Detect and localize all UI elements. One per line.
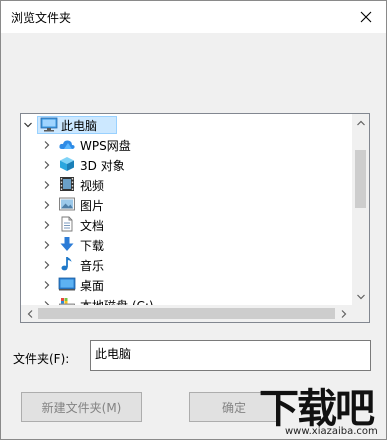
tree-item-label: 桌面: [80, 279, 105, 293]
scroll-left-arrow-icon[interactable]: [21, 305, 38, 322]
expand-chevron-icon[interactable]: [42, 140, 52, 150]
download-icon: [58, 236, 76, 252]
tree-item-wps-drive[interactable]: WPS网盘: [21, 135, 352, 155]
horizontal-scroll-thumb[interactable]: [38, 308, 335, 319]
dialog-title: 浏览文件夹: [11, 11, 72, 25]
tree-item-desktop[interactable]: 桌面: [21, 275, 352, 295]
expand-chevron-icon[interactable]: [42, 160, 52, 170]
title-bar: 浏览文件夹: [1, 1, 386, 33]
close-icon: [360, 11, 372, 23]
tree-item-music[interactable]: 音乐: [21, 255, 352, 275]
tree-item-label: 音乐: [80, 259, 105, 273]
tree-item-label: WPS网盘: [80, 139, 131, 153]
folder-tree[interactable]: 此电脑 WPS网盘 3D 对象 视频 图片 文档 下载 音乐 桌面: [20, 113, 370, 323]
vertical-scroll-thumb[interactable]: [355, 150, 366, 208]
expand-chevron-icon[interactable]: [42, 200, 52, 210]
tree-item-this-pc[interactable]: 此电脑: [21, 115, 352, 135]
tree-item-label: 图片: [80, 199, 105, 213]
expand-chevron-icon[interactable]: [42, 260, 52, 270]
scroll-down-arrow-icon[interactable]: [352, 288, 369, 305]
tree-item-local-disk-c[interactable]: 本地磁盘 (C:): [21, 295, 352, 305]
tree-item-label: 3D 对象: [80, 159, 125, 173]
3d-objects-icon: [58, 156, 76, 172]
expand-chevron-icon[interactable]: [42, 240, 52, 250]
close-button[interactable]: [346, 1, 386, 33]
browse-folder-dialog: 浏览文件夹 此电脑 WPS网盘 3D 对象 视频 图片 文档 下载 音乐 桌面 …: [0, 0, 387, 440]
pictures-icon: [58, 196, 76, 212]
folder-tree-viewport: 此电脑 WPS网盘 3D 对象 视频 图片 文档 下载 音乐 桌面: [21, 114, 352, 305]
tree-item-label: 文档: [80, 219, 105, 233]
expand-chevron-icon[interactable]: [42, 220, 52, 230]
tree-item-label: 本地磁盘 (C:): [80, 297, 154, 305]
watermark-logo: 下载吧 www.xiazaiba.com: [255, 376, 387, 440]
video-icon: [58, 176, 76, 192]
drive-icon: [58, 296, 76, 305]
tree-item-documents[interactable]: 文档: [21, 215, 352, 235]
computer-icon: [40, 117, 58, 133]
tree-item-label: 此电脑: [61, 119, 98, 133]
cloud-icon: [58, 137, 76, 153]
new-folder-button[interactable]: 新建文件夹(M): [21, 392, 142, 422]
music-icon: [58, 256, 76, 272]
tree-item-pictures[interactable]: 图片: [21, 195, 352, 215]
tree-item-label: 下载: [80, 239, 105, 253]
watermark-url: www.xiazaiba.com: [285, 426, 378, 437]
tree-item-label: 视频: [80, 179, 105, 193]
vertical-scrollbar[interactable]: [352, 114, 369, 305]
documents-icon: [58, 216, 76, 232]
folder-field-label: 文件夹(F):: [13, 352, 70, 366]
expand-chevron-icon[interactable]: [42, 180, 52, 190]
collapse-chevron-icon[interactable]: [23, 120, 33, 130]
scroll-up-arrow-icon[interactable]: [352, 114, 369, 131]
scrollbar-corner: [352, 305, 369, 322]
folder-input[interactable]: 此电脑: [90, 340, 371, 371]
desktop-icon: [58, 276, 76, 292]
tree-item-videos[interactable]: 视频: [21, 175, 352, 195]
expand-chevron-icon[interactable]: [42, 280, 52, 290]
tree-item-3d-objects[interactable]: 3D 对象: [21, 155, 352, 175]
tree-item-downloads[interactable]: 下载: [21, 235, 352, 255]
horizontal-scrollbar[interactable]: [21, 305, 352, 322]
scroll-right-arrow-icon[interactable]: [335, 305, 352, 322]
